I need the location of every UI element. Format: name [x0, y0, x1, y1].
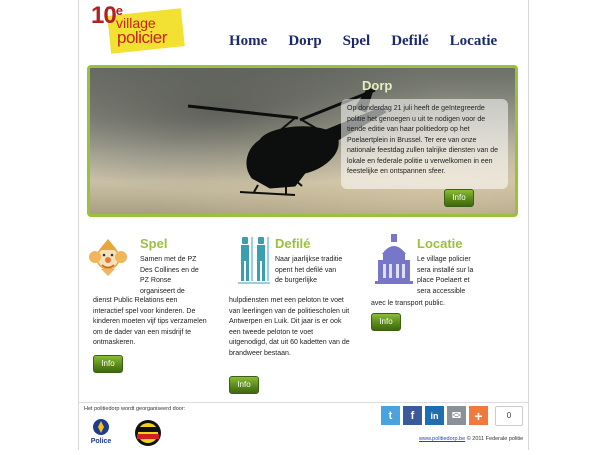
locatie-text-top: Le village policier sera installé sur la…	[417, 256, 474, 295]
nav-spel[interactable]: Spel	[343, 33, 371, 50]
logo-word-policier: policier	[117, 28, 167, 47]
more-share-icon[interactable]: +	[469, 406, 488, 425]
building-icon	[375, 234, 413, 284]
email-share-icon[interactable]: ✉	[447, 406, 466, 425]
nav-home[interactable]: Home	[229, 33, 267, 50]
copyright: www.politiedorp.be © 2011 Federale polit…	[419, 436, 523, 442]
locatie-title: Locatie	[417, 236, 463, 251]
spel-section: Spel Samen met de PZ Des Collines en de …	[87, 233, 207, 378]
hero-banner: Dorp Op donderdag 21 juli heeft de geïnt…	[87, 65, 518, 217]
locatie-info-button[interactable]: Info	[371, 313, 401, 331]
defile-section: Defilé Naar jaarlijkse traditie opent he…	[229, 233, 354, 398]
defile-text-bottom: hulpdiensten met een peloton te voet van…	[229, 297, 350, 357]
nav-dorp[interactable]: Dorp	[288, 33, 321, 50]
clown-icon	[89, 239, 127, 276]
locatie-text-bottom: avec le transport public.	[371, 300, 445, 307]
spel-title: Spel	[140, 236, 168, 251]
defile-info-button[interactable]: Info	[229, 376, 259, 394]
spel-text-top: Samen met de PZ Des Collines en de PZ Ro…	[140, 256, 199, 295]
linkedin-share-icon[interactable]: in	[425, 406, 444, 425]
locatie-section: Locatie Le village policier sera install…	[371, 233, 497, 343]
police-label: Police	[90, 438, 112, 445]
hero-text: Op donderdag 21 juli heeft de geïntegree…	[347, 105, 498, 175]
share-count: 0	[495, 406, 523, 426]
twitter-share-icon[interactable]: t	[381, 406, 400, 425]
nav-locatie[interactable]: Locatie	[450, 33, 497, 50]
facebook-share-icon[interactable]: f	[403, 406, 422, 425]
organized-by-text: Het politiedorp wordt georganiseerd door…	[84, 406, 186, 412]
hero-text-box: Op donderdag 21 juli heeft de geïntegree…	[341, 99, 508, 189]
guards-icon	[238, 237, 270, 284]
defile-text-top: Naar jaarlijkse traditie opent het defil…	[275, 256, 343, 284]
hero-info-button[interactable]: Info	[444, 189, 474, 207]
defile-title: Defilé	[275, 236, 311, 251]
police-badge-icon	[93, 419, 109, 435]
spel-text-bottom: dienst Public Relations een interactief …	[93, 297, 207, 346]
village-policier-logo[interactable]: 10e village policier	[85, 2, 185, 54]
fete-au-parc-logo[interactable]	[131, 418, 165, 448]
police-logo[interactable]: Police	[87, 418, 115, 450]
site-link[interactable]: www.politiedorp.be	[419, 436, 465, 442]
page: 10e village policier Home Dorp Spel Defi…	[78, 0, 529, 450]
spel-info-button[interactable]: Info	[93, 355, 123, 373]
hero-title: Dorp	[362, 78, 393, 93]
copyright-text: © 2011 Federale politie	[466, 436, 524, 442]
main-nav: Home Dorp Spel Defilé Locatie	[229, 33, 518, 50]
footer-divider	[79, 402, 528, 403]
nav-defile[interactable]: Defilé	[391, 33, 428, 50]
share-bar: t f in ✉ +	[381, 406, 488, 425]
